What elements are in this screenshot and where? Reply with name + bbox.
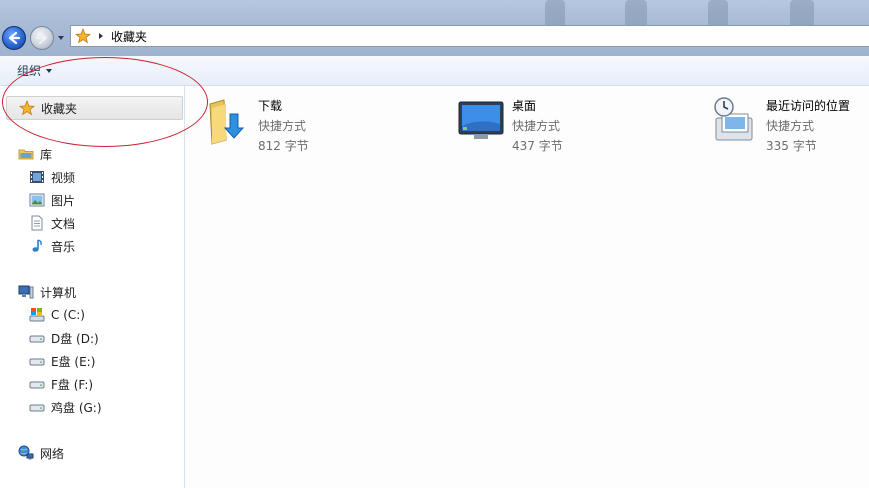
item-name: 下载: [258, 99, 283, 113]
nav-drive-d[interactable]: D盘 (D:): [29, 328, 99, 348]
arrow-right-icon: [35, 31, 48, 45]
film-icon: [30, 171, 44, 183]
item-type: 快捷方式: [766, 119, 815, 133]
item-type: 快捷方式: [512, 119, 561, 133]
item-size: 335 字节: [766, 139, 817, 153]
nav-drive-g[interactable]: 鸡盘 (G:): [29, 397, 102, 417]
recent-pages-chevron-down-icon[interactable]: [57, 34, 65, 42]
nav-computer-label: 计算机: [40, 285, 77, 300]
nav-favorites[interactable]: 收藏夹: [6, 96, 183, 120]
nav-drive-f-label: F盘 (F:): [51, 377, 94, 392]
back-button[interactable]: [2, 26, 26, 50]
forward-button[interactable]: [30, 26, 54, 50]
nav-documents-label: 文档: [51, 216, 76, 231]
desktop-icon: [458, 101, 504, 139]
hard-drive-icon: [29, 358, 45, 366]
picture-icon: [29, 193, 45, 207]
recent-places-icon: [714, 97, 753, 141]
computer-icon: [18, 285, 34, 299]
nav-music-label: 音乐: [51, 239, 76, 254]
chevron-down-icon: [46, 68, 53, 73]
arrow-left-icon: [8, 31, 21, 45]
hard-drive-icon: [29, 335, 45, 343]
item-desktop[interactable]: 桌面 快捷方式 437 字节: [458, 96, 563, 154]
breadcrumb-separator-icon[interactable]: [97, 32, 105, 40]
item-name: 桌面: [512, 99, 537, 113]
nav-drive-e[interactable]: E盘 (E:): [29, 351, 95, 371]
hard-drive-icon: [29, 381, 45, 389]
nav-drive-e-label: E盘 (E:): [51, 354, 96, 369]
address-bar[interactable]: 收藏夹: [70, 25, 869, 47]
nav-library-label: 库: [40, 147, 53, 162]
downloads-folder-icon: [209, 99, 245, 145]
item-name: 最近访问的位置: [766, 99, 851, 113]
nav-favorites-label: 收藏夹: [41, 101, 78, 116]
command-bar: 组织: [0, 56, 869, 86]
nav-library[interactable]: 库: [18, 144, 52, 164]
nav-pictures-label: 图片: [51, 193, 76, 208]
nav-computer[interactable]: 计算机: [18, 282, 76, 302]
favorites-star-icon: [75, 28, 91, 44]
file-list: 下载 快捷方式 812 字节 桌面 快捷方式 437 字节 最近访问的位置 快捷…: [186, 86, 869, 488]
system-drive-icon: [29, 308, 45, 322]
nav-network-label: 网络: [40, 446, 65, 461]
item-downloads[interactable]: 下载 快捷方式 812 字节: [204, 96, 309, 154]
nav-music[interactable]: 音乐: [29, 236, 75, 256]
nav-pictures[interactable]: 图片: [29, 190, 75, 210]
navigation-pane: 收藏夹 库 视频 图片 文档 音乐 计算机 C (C:) D盘 (D:) E盘 …: [0, 86, 185, 488]
organize-label: 组织: [17, 64, 42, 78]
item-recent-places[interactable]: 最近访问的位置 快捷方式 335 字节: [712, 96, 850, 154]
item-size: 437 字节: [512, 139, 563, 153]
nav-videos-label: 视频: [51, 170, 76, 185]
star-icon: [19, 100, 35, 116]
hard-drive-icon: [29, 404, 45, 412]
organize-menu-button[interactable]: 组织: [17, 62, 53, 79]
nav-videos[interactable]: 视频: [29, 167, 75, 187]
nav-drive-f[interactable]: F盘 (F:): [29, 374, 93, 394]
nav-drive-g-label: 鸡盘 (G:): [51, 400, 102, 415]
nav-drive-c[interactable]: C (C:): [29, 305, 85, 325]
title-bar: 收藏夹: [0, 0, 869, 56]
document-icon: [31, 215, 43, 231]
nav-drive-c-label: C (C:): [51, 308, 85, 322]
nav-documents[interactable]: 文档: [29, 213, 75, 233]
breadcrumb-favorites[interactable]: 收藏夹: [111, 28, 147, 45]
item-type: 快捷方式: [258, 119, 307, 133]
nav-network[interactable]: 网络: [18, 443, 64, 463]
network-globe-icon: [18, 445, 34, 460]
nav-drive-d-label: D盘 (D:): [51, 331, 99, 346]
music-note-icon: [32, 239, 42, 252]
library-folder-icon: [18, 149, 34, 160]
item-size: 812 字节: [258, 139, 309, 153]
